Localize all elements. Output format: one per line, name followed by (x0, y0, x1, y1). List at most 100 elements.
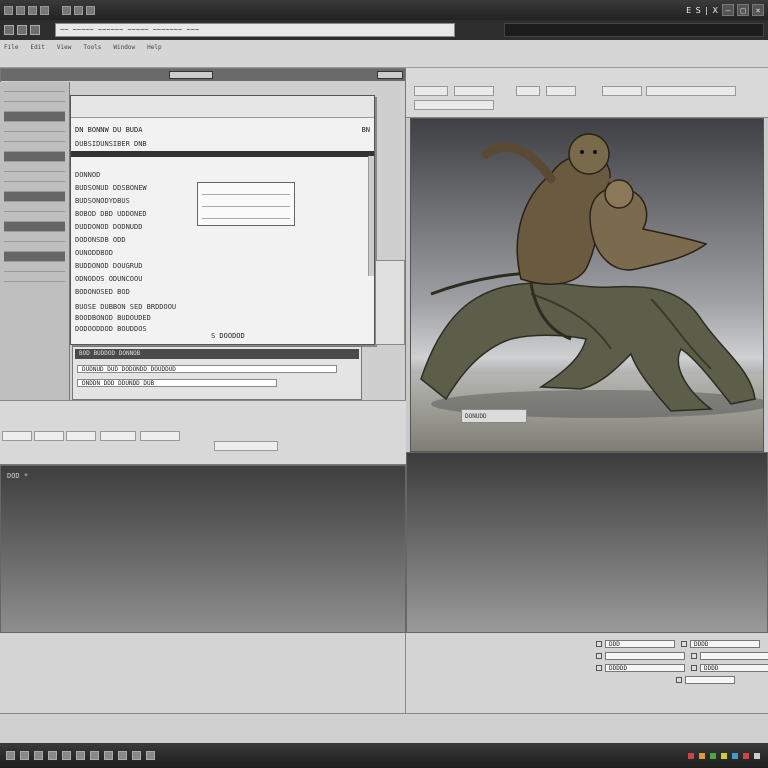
tray-icon[interactable] (743, 752, 749, 759)
tree-row[interactable] (4, 212, 65, 222)
tray-icon[interactable] (688, 752, 694, 759)
tree-row[interactable] (4, 252, 65, 262)
viewport-tool[interactable] (646, 86, 736, 96)
control-field[interactable]: DDDDD (605, 663, 685, 672)
control-field[interactable] (700, 651, 768, 660)
tray-icon[interactable] (699, 752, 705, 759)
dialog-close-button[interactable]: BN (362, 126, 370, 134)
creature-model[interactable] (411, 119, 764, 452)
control-row[interactable]: DDD DDDD (596, 639, 760, 648)
tree-row[interactable] (4, 82, 65, 92)
control-field[interactable]: DDD (605, 639, 675, 648)
app-icon[interactable] (62, 751, 71, 760)
radio-icon[interactable] (681, 640, 687, 647)
control-field[interactable] (605, 651, 685, 660)
tray-icon[interactable] (721, 752, 727, 759)
forward-icon[interactable] (17, 25, 27, 35)
browser-icon[interactable] (34, 751, 43, 760)
option-row[interactable] (202, 187, 290, 195)
dialog-selected-row[interactable] (71, 151, 374, 157)
tree-row[interactable] (4, 162, 65, 172)
viewport-tool[interactable] (516, 86, 540, 96)
viewport-tool[interactable] (602, 86, 642, 96)
tree-row[interactable] (4, 142, 65, 152)
viewport-tool[interactable] (414, 86, 448, 96)
tree-row[interactable] (4, 232, 65, 242)
menu-item-file[interactable]: File (4, 44, 18, 52)
address-field[interactable]: ~~ ~~~~~ ~~~~~~ ~~~~~ ~~~~~~~ ~~~ (55, 23, 455, 37)
tree-row[interactable] (4, 272, 65, 282)
tree-row[interactable] (4, 132, 65, 142)
option-row[interactable] (202, 199, 290, 207)
tray-icon[interactable] (710, 752, 716, 759)
control-row[interactable]: DDDDD DDDD (596, 663, 768, 672)
tree-row[interactable] (4, 112, 65, 122)
viewport-tool[interactable] (546, 86, 576, 96)
close-button[interactable]: × (752, 4, 764, 16)
radio-icon[interactable] (676, 676, 682, 683)
control-field[interactable]: DDDD (700, 663, 768, 672)
refresh-icon[interactable] (30, 25, 40, 35)
menu-item-help[interactable]: Help (147, 44, 161, 52)
lower-cell[interactable] (66, 431, 96, 441)
menu-icon[interactable] (16, 5, 25, 15)
tab-left-2[interactable] (377, 71, 403, 79)
control-row[interactable] (596, 651, 768, 660)
app-icon[interactable] (76, 751, 85, 760)
lower-cell[interactable] (34, 431, 64, 441)
tree-row[interactable] (4, 192, 65, 202)
tree-row[interactable] (4, 182, 65, 192)
radio-icon[interactable] (691, 652, 697, 659)
tree-row[interactable] (4, 262, 65, 272)
control-field[interactable] (685, 675, 735, 684)
tree-row[interactable] (4, 222, 65, 232)
tree-row[interactable] (4, 92, 65, 102)
start-icon[interactable] (6, 751, 15, 760)
control-row[interactable] (676, 675, 735, 684)
file-icon[interactable] (28, 5, 37, 15)
undo-icon[interactable] (62, 5, 71, 15)
viewport-tool[interactable] (454, 86, 494, 96)
dialog-ok-button[interactable]: S DOODOD (211, 332, 245, 340)
menu-item-tools[interactable]: Tools (83, 44, 101, 52)
redo-icon[interactable] (74, 5, 83, 15)
tree-row[interactable] (4, 202, 65, 212)
lower-cell[interactable] (100, 431, 136, 441)
tree-row[interactable] (4, 152, 65, 162)
radio-icon[interactable] (596, 664, 602, 671)
tree-row[interactable] (4, 122, 65, 132)
settings-icon[interactable] (86, 5, 95, 15)
form-field[interactable]: DUDNUD DUD DODONDD DOUDDUD (77, 365, 337, 373)
form-field[interactable]: DNDDN DDD DDUNDD DUB (77, 379, 277, 387)
app-icon[interactable] (90, 751, 99, 760)
tree-row[interactable] (4, 242, 65, 252)
back-icon[interactable] (4, 25, 14, 35)
maximize-button[interactable]: □ (737, 4, 749, 16)
menu-item-window[interactable]: Window (113, 44, 135, 52)
lower-cell[interactable] (214, 441, 278, 451)
3d-viewport[interactable]: DONUDD (410, 118, 764, 452)
minimize-button[interactable]: – (722, 4, 734, 16)
app-icon[interactable] (104, 751, 113, 760)
folder-icon[interactable] (20, 751, 29, 760)
tab-left-1[interactable] (169, 71, 213, 79)
tray-icon[interactable] (754, 752, 760, 759)
lower-cell[interactable] (2, 431, 32, 441)
terminal-icon[interactable] (48, 751, 57, 760)
radio-icon[interactable] (596, 640, 602, 647)
dialog-scrollbar[interactable] (368, 156, 374, 276)
tree-row[interactable] (4, 172, 65, 182)
app-icon[interactable] (132, 751, 141, 760)
menu-item-view[interactable]: View (57, 44, 71, 52)
viewport-tool[interactable] (414, 100, 494, 110)
radio-icon[interactable] (691, 664, 697, 671)
radio-icon[interactable] (596, 652, 602, 659)
save-icon[interactable] (40, 5, 49, 15)
lower-cell[interactable] (140, 431, 180, 441)
tree-row[interactable] (4, 102, 65, 112)
option-row[interactable] (202, 211, 290, 219)
app-icon[interactable] (146, 751, 155, 760)
control-field[interactable]: DDDD (690, 639, 760, 648)
menu-item-edit[interactable]: Edit (30, 44, 44, 52)
tray-icon[interactable] (732, 752, 738, 759)
